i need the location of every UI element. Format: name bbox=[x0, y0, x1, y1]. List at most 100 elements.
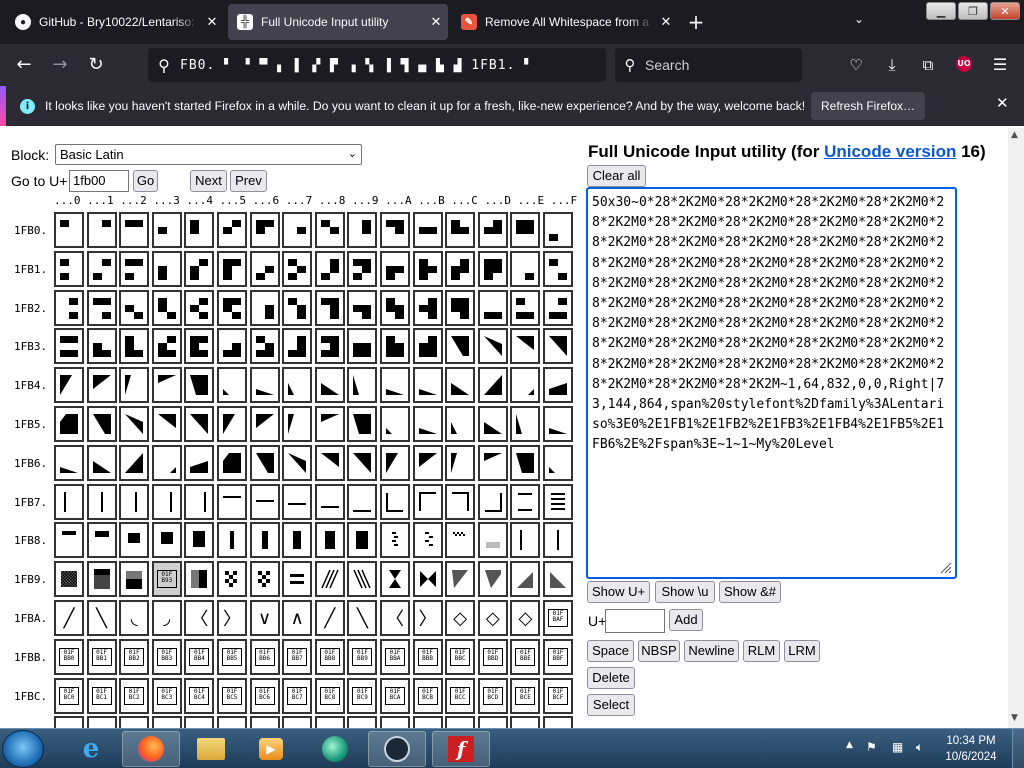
glyph-cell[interactable] bbox=[151, 716, 182, 728]
glyph-cell[interactable] bbox=[347, 289, 378, 326]
glyph-cell[interactable] bbox=[282, 212, 313, 248]
glyph-cell[interactable] bbox=[347, 561, 378, 598]
unicode-textarea[interactable]: 50x30~0*28*2K2M0*28*2K2M0*28*2K2M0*28*2K… bbox=[586, 187, 957, 579]
space-button[interactable]: Space bbox=[587, 640, 634, 662]
glyph-cell[interactable] bbox=[184, 406, 215, 442]
glyph-cell[interactable] bbox=[445, 522, 476, 559]
glyph-cell[interactable] bbox=[119, 367, 150, 404]
glyph-cell[interactable] bbox=[412, 367, 443, 404]
glyph-cell[interactable] bbox=[54, 328, 84, 365]
glyph-cell[interactable] bbox=[54, 483, 84, 520]
glyph-cell[interactable] bbox=[347, 716, 378, 728]
glyph-cell[interactable] bbox=[119, 328, 150, 365]
delete-button[interactable]: Delete bbox=[587, 667, 635, 689]
glyph-cell[interactable]: ◇ bbox=[477, 600, 508, 636]
add-button[interactable]: Add bbox=[669, 609, 703, 631]
glyph-cell[interactable]: 01F BB9 bbox=[347, 638, 378, 675]
glyph-cell[interactable] bbox=[380, 212, 410, 248]
glyph-cell[interactable] bbox=[510, 250, 541, 287]
glyph-cell[interactable] bbox=[86, 483, 117, 520]
glyph-cell[interactable] bbox=[119, 561, 150, 598]
close-icon[interactable]: ✕ bbox=[654, 14, 678, 30]
glyph-cell[interactable] bbox=[151, 444, 182, 481]
url-text[interactable]: FB0. ▘ ▝ ▀ ▖ ▌ ▞ ▛ ▗ ▚ ▐ ▜ ▄ ▙ ▟ 1FB1. ▘ bbox=[180, 58, 533, 73]
glyph-cell[interactable]: 01F BCA bbox=[380, 677, 410, 714]
glyph-cell[interactable] bbox=[445, 212, 476, 248]
glyph-cell[interactable] bbox=[119, 406, 150, 442]
glyph-cell[interactable] bbox=[543, 289, 573, 326]
go-button[interactable]: Go bbox=[133, 170, 158, 192]
taskbar-clock[interactable]: 10:34 PM 10/6/2024 bbox=[940, 733, 1002, 765]
glyph-cell[interactable] bbox=[314, 250, 345, 287]
glyph-cell[interactable] bbox=[151, 289, 182, 326]
glyph-cell[interactable] bbox=[380, 328, 410, 365]
glyph-cell[interactable] bbox=[54, 444, 84, 481]
glyph-cell[interactable] bbox=[282, 716, 313, 728]
search-bar[interactable]: ⚲ bbox=[615, 48, 802, 82]
glyph-cell[interactable] bbox=[543, 212, 573, 248]
glyph-cell[interactable] bbox=[445, 250, 476, 287]
glyph-cell[interactable]: 01F BCB bbox=[412, 677, 443, 714]
glyph-cell[interactable] bbox=[184, 367, 215, 404]
glyph-cell[interactable] bbox=[249, 367, 280, 404]
resize-handle-icon[interactable] bbox=[938, 560, 952, 574]
glyph-cell[interactable] bbox=[217, 522, 247, 559]
glyph-cell[interactable] bbox=[380, 522, 410, 559]
glyph-cell[interactable] bbox=[249, 561, 280, 598]
pocket-icon[interactable]: ♡ bbox=[844, 53, 868, 77]
glyph-cell[interactable]: 01F BCE bbox=[510, 677, 541, 714]
prev-button[interactable]: Prev bbox=[230, 170, 267, 192]
glyph-cell[interactable] bbox=[54, 212, 84, 248]
glyph-cell[interactable]: 01F BC9 bbox=[347, 677, 378, 714]
glyph-cell[interactable] bbox=[314, 483, 345, 520]
ie-icon[interactable]: e bbox=[62, 731, 120, 767]
glyph-cell[interactable]: ◇ bbox=[445, 600, 476, 636]
glyph-cell[interactable] bbox=[282, 367, 313, 404]
glyph-cell[interactable] bbox=[151, 212, 182, 248]
glyph-cell[interactable] bbox=[314, 328, 345, 365]
glyph-cell[interactable] bbox=[184, 561, 215, 598]
glyph-cell[interactable] bbox=[119, 250, 150, 287]
chevron-down-icon[interactable]: ⌄ bbox=[854, 12, 864, 26]
glyph-cell[interactable] bbox=[347, 328, 378, 365]
new-tab-icon[interactable]: + bbox=[684, 10, 708, 34]
steam-icon[interactable] bbox=[368, 731, 426, 767]
window-close-button[interactable]: ✕ bbox=[990, 2, 1020, 20]
glyph-cell[interactable]: ◇ bbox=[510, 600, 541, 636]
glyph-cell[interactable]: 01F B93 bbox=[151, 561, 182, 598]
explorer-icon[interactable] bbox=[182, 731, 240, 767]
glyph-cell[interactable]: ╲ bbox=[347, 600, 378, 636]
glyph-cell[interactable]: 01F BB6 bbox=[249, 638, 280, 675]
glyph-cell[interactable]: 〈 bbox=[380, 600, 410, 636]
glyph-cell[interactable] bbox=[54, 716, 84, 728]
glyph-cell[interactable]: 01F BB5 bbox=[217, 638, 247, 675]
glyph-cell[interactable] bbox=[412, 406, 443, 442]
glyph-cell[interactable]: ∨ bbox=[249, 600, 280, 636]
glyph-cell[interactable]: 01F BBB bbox=[412, 638, 443, 675]
glyph-cell[interactable]: 01F BC7 bbox=[282, 677, 313, 714]
glyph-cell[interactable] bbox=[249, 289, 280, 326]
glyph-cell[interactable] bbox=[543, 444, 573, 481]
glyph-cell[interactable] bbox=[445, 289, 476, 326]
glyph-cell[interactable] bbox=[510, 406, 541, 442]
glyph-cell[interactable] bbox=[510, 212, 541, 248]
show-backslash-u-button[interactable]: Show \u bbox=[655, 581, 715, 603]
glyph-cell[interactable] bbox=[54, 250, 84, 287]
glyph-cell[interactable] bbox=[86, 250, 117, 287]
glyph-cell[interactable] bbox=[282, 561, 313, 598]
app-icon[interactable] bbox=[306, 731, 364, 767]
refresh-firefox-button[interactable]: Refresh Firefox… bbox=[811, 92, 926, 120]
glyph-cell[interactable] bbox=[510, 444, 541, 481]
glyph-cell[interactable] bbox=[86, 444, 117, 481]
glyph-cell[interactable] bbox=[314, 212, 345, 248]
glyph-cell[interactable]: 01F BC0 bbox=[54, 677, 84, 714]
glyph-cell[interactable]: 01F BCF bbox=[543, 677, 573, 714]
glyph-cell[interactable] bbox=[347, 367, 378, 404]
glyph-cell[interactable] bbox=[119, 444, 150, 481]
forward-arrow-icon[interactable]: → bbox=[48, 53, 72, 77]
glyph-cell[interactable] bbox=[184, 522, 215, 559]
close-icon[interactable]: ✕ bbox=[424, 14, 448, 30]
glyph-cell[interactable] bbox=[54, 289, 84, 326]
scroll-up-icon[interactable]: ▲ bbox=[1011, 130, 1018, 140]
glyph-cell[interactable]: 01F BC3 bbox=[151, 677, 182, 714]
